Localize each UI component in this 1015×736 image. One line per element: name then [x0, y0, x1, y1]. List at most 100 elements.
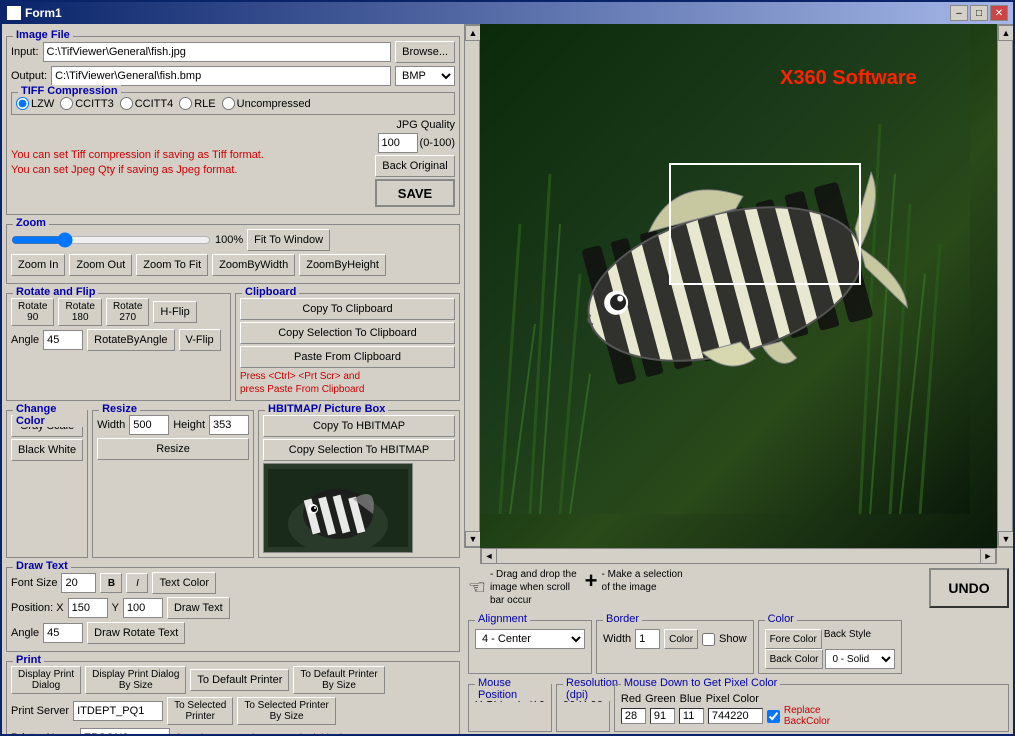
height-input[interactable]	[209, 415, 249, 435]
watermark-text: X360 Software	[780, 67, 917, 89]
border-width-input[interactable]	[635, 629, 660, 649]
zoom-by-height-button[interactable]: ZoomByHeight	[299, 254, 386, 276]
zoom-in-button[interactable]: Zoom In	[11, 254, 65, 276]
width-input[interactable]	[129, 415, 169, 435]
replace-backcolor-checkbox[interactable]	[767, 710, 780, 723]
maximize-button[interactable]: □	[970, 5, 988, 21]
draw-text-button[interactable]: Draw Text	[167, 597, 230, 619]
printer-name-label: Printer Name	[11, 732, 76, 734]
left-panel: Image File Input: Browse... Output: BMPJ…	[2, 24, 464, 734]
angle-input[interactable]	[43, 330, 83, 350]
title-bar-left: Form1	[7, 6, 62, 20]
zoom-buttons-row: Zoom In Zoom Out Zoom To Fit ZoomByWidth…	[11, 254, 455, 276]
to-selected-printer-button[interactable]: To Selected Printer	[167, 697, 233, 725]
hint-line2: You can set Jpeg Qty if saving as Jpeg f…	[11, 163, 371, 178]
pos-y-input[interactable]	[123, 598, 163, 618]
lzw-radio[interactable]	[16, 97, 29, 110]
vertical-scrollbar-right[interactable]: ▲ ▼	[997, 24, 1013, 548]
output-field[interactable]	[51, 66, 391, 86]
display-print-dialog-button[interactable]: Display Print Dialog	[11, 666, 81, 694]
undo-button[interactable]: UNDO	[929, 568, 1009, 608]
alignment-select[interactable]: 4 - Center 0 - Top Left 1 - Top	[475, 629, 585, 649]
resize-button[interactable]: Resize	[97, 438, 249, 460]
minimize-button[interactable]: –	[950, 5, 968, 21]
clipboard-group: Clipboard Copy To Clipboard Copy Selecti…	[235, 293, 460, 401]
horizontal-scrollbar[interactable]: ◄ ►	[480, 548, 997, 564]
back-style-select[interactable]: 0 - Solid 1 - Transparent	[825, 649, 895, 669]
scroll-track-v[interactable]	[465, 41, 479, 531]
border-show-label: Show	[719, 633, 747, 645]
fit-to-window-button[interactable]: Fit To Window	[247, 229, 330, 251]
jpg-quality-row2: JPG Quality	[396, 119, 455, 131]
copy-selection-button[interactable]: Copy Selection To Clipboard	[240, 322, 455, 344]
black-white-button[interactable]: Black White	[11, 439, 83, 461]
app-icon	[7, 6, 21, 20]
close-button[interactable]: ✕	[990, 5, 1008, 21]
back-original-button[interactable]: Back Original	[375, 155, 455, 177]
to-default-printer-size-button[interactable]: To Default Printer By Size	[293, 666, 384, 694]
scroll-left-button[interactable]: ◄	[481, 548, 497, 564]
back-style-label: Back Style	[824, 629, 871, 649]
zoom-to-fit-button[interactable]: Zoom To Fit	[136, 254, 208, 276]
green-value: 91	[650, 708, 675, 724]
vflip-button[interactable]: V-Flip	[179, 329, 221, 351]
display-print-dialog-size-button[interactable]: Display Print Dialog By Size	[85, 666, 186, 694]
print-group: Print Display Print Dialog Display Print…	[6, 661, 460, 734]
paste-from-clipboard-button[interactable]: Paste From Clipboard	[240, 346, 455, 368]
rotate180-button[interactable]: Rotate 180	[58, 298, 101, 326]
text-color-button[interactable]: Text Color	[152, 572, 216, 594]
rotate-by-angle-button[interactable]: RotateByAngle	[87, 329, 174, 351]
uncompressed-radio-item: Uncompressed	[222, 97, 311, 110]
to-selected-printer-size-button[interactable]: To Selected Printer By Size	[237, 697, 336, 725]
zoom-out-button[interactable]: Zoom Out	[69, 254, 132, 276]
draw-rotate-row: Angle Draw Rotate Text	[11, 622, 455, 644]
hflip-button[interactable]: H-Flip	[153, 301, 196, 323]
ccitt4-radio[interactable]	[120, 97, 133, 110]
border-color-button[interactable]: Color	[664, 629, 698, 649]
rotate90-button[interactable]: Rotate 90	[11, 298, 54, 326]
pixel-color-label: Pixel Color	[706, 693, 759, 705]
save-button[interactable]: SAVE	[375, 179, 455, 207]
pos-x-input[interactable]	[68, 598, 108, 618]
printer-name-input[interactable]	[80, 728, 170, 734]
input-field[interactable]	[43, 42, 392, 62]
scroll-down-right-button[interactable]: ▼	[998, 531, 1013, 547]
ccitt3-radio[interactable]	[60, 97, 73, 110]
replace-label: ReplaceBackColor	[784, 705, 830, 727]
zoom-slider[interactable]	[11, 232, 211, 248]
browse-button[interactable]: Browse...	[395, 41, 455, 63]
border-show-checkbox[interactable]	[702, 633, 715, 646]
jpg-quality-input[interactable]	[378, 133, 418, 153]
copy-selection-hbitmap-button[interactable]: Copy Selection To HBITMAP	[263, 439, 455, 461]
draw-angle-input[interactable]	[43, 623, 83, 643]
rle-radio[interactable]	[179, 97, 192, 110]
printer-name-row: Printer Name If you have not Print Serve…	[11, 728, 455, 734]
blue-value: 11	[679, 708, 704, 724]
scroll-up-button[interactable]: ▲	[465, 25, 481, 41]
scroll-down-button[interactable]: ▼	[465, 531, 481, 547]
image-with-scrollbars: ▲ ▼	[464, 24, 1013, 548]
scroll-track-right[interactable]	[998, 41, 1012, 531]
copy-to-clipboard-button[interactable]: Copy To Clipboard	[240, 298, 455, 320]
to-default-printer-button[interactable]: To Default Printer	[190, 669, 289, 691]
red-label: Red	[621, 693, 641, 705]
zoom-by-width-button[interactable]: ZoomByWidth	[212, 254, 295, 276]
copy-to-hbitmap-button[interactable]: Copy To HBITMAP	[263, 415, 455, 437]
vertical-scrollbar[interactable]: ▲ ▼	[464, 24, 480, 548]
format-select[interactable]: BMPJPGTIFPNG	[395, 66, 455, 86]
rotate-flip-group: Rotate and Flip Rotate 90 Rotate 180 Rot…	[6, 293, 231, 401]
angle-label: Angle	[11, 334, 39, 346]
tiff-radio-group: LZW CCITT3 CCITT4 RLE	[16, 97, 450, 110]
uncompressed-radio[interactable]	[222, 97, 235, 110]
scroll-right-button[interactable]: ►	[980, 548, 996, 564]
back-color-button[interactable]: Back Color	[765, 649, 824, 669]
italic-button[interactable]: I	[126, 573, 148, 593]
uncompressed-label: Uncompressed	[237, 98, 311, 110]
scroll-up-right-button[interactable]: ▲	[998, 25, 1013, 41]
bold-button[interactable]: B	[100, 573, 122, 593]
rotate270-button[interactable]: Rotate 270	[106, 298, 149, 326]
font-size-input[interactable]	[61, 573, 96, 593]
fore-color-button[interactable]: Fore Color	[765, 629, 822, 649]
draw-rotate-text-button[interactable]: Draw Rotate Text	[87, 622, 185, 644]
print-server-input[interactable]	[73, 701, 163, 721]
